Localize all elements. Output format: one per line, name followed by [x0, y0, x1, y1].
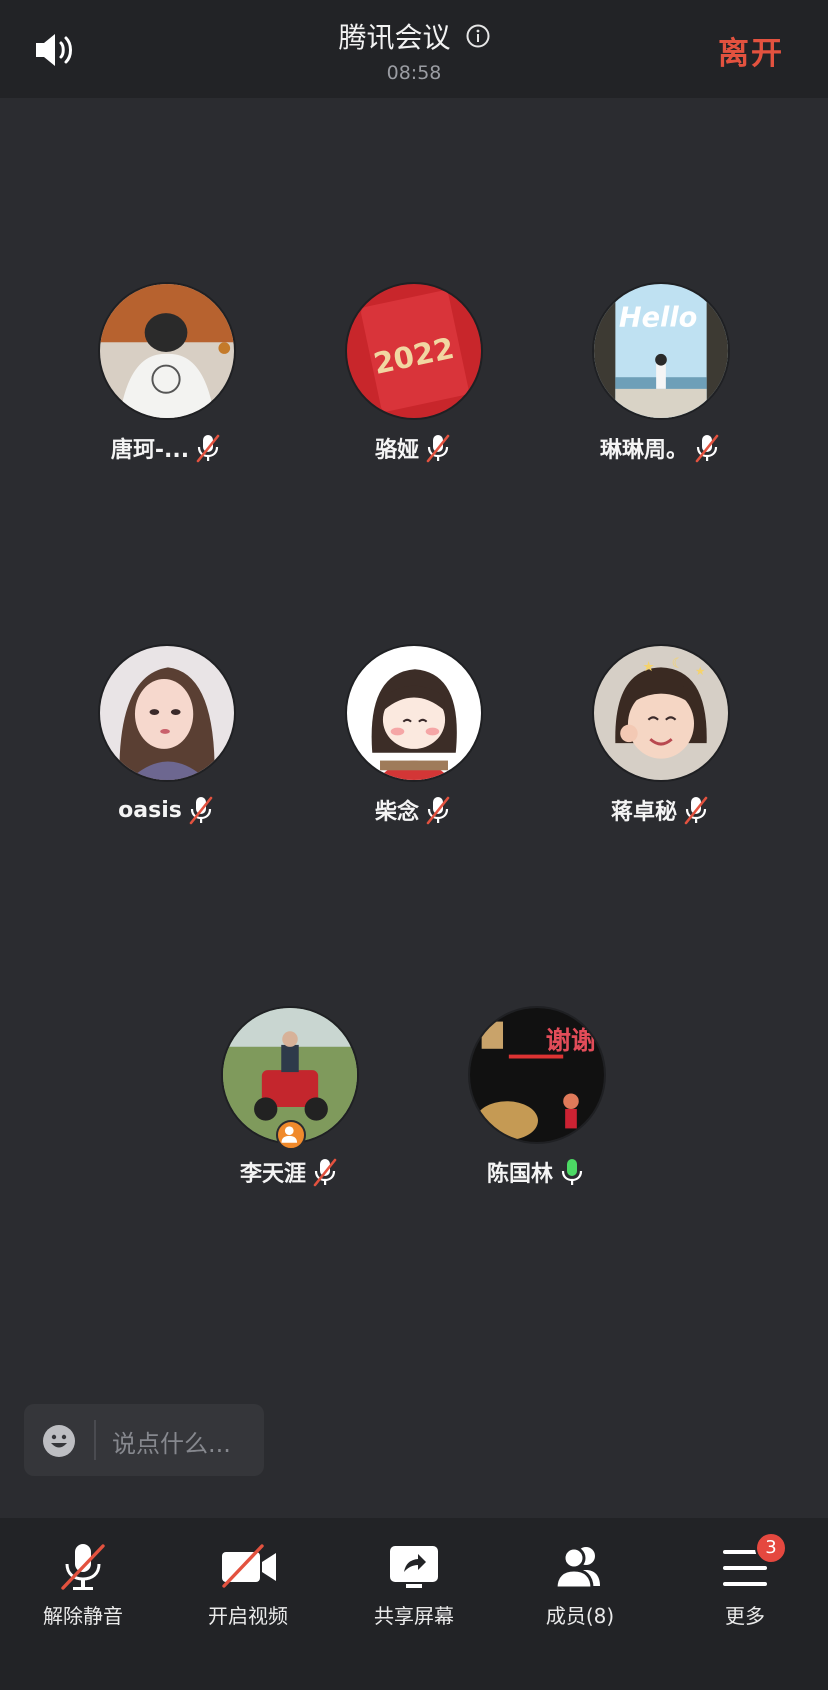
mic-muted-icon	[196, 434, 220, 463]
mic-muted-icon	[684, 796, 708, 825]
tool-label: 成员(8)	[545, 1604, 615, 1628]
meeting-duration: 08:58	[386, 62, 442, 84]
participant-name: 陈国林	[486, 1162, 553, 1187]
avatar	[98, 644, 236, 782]
members-icon	[554, 1546, 600, 1590]
host-badge-icon	[276, 1120, 306, 1150]
svg-text:★: ★	[695, 664, 705, 678]
divider	[94, 1420, 96, 1460]
participant-name: 柴念	[374, 800, 419, 825]
participant-name: 蒋卓秘	[610, 800, 677, 825]
tool-label: 更多	[725, 1604, 765, 1628]
chat-input[interactable]: 说点什么...	[24, 1404, 264, 1476]
avatar: Hello	[592, 282, 730, 420]
participant-tile[interactable]: 唐珂-...	[42, 282, 292, 464]
avatar-text: Hello	[619, 303, 697, 334]
bottom-toolbar: 解除静音 开启视频 共享屏幕 成员(8) 3 更多	[0, 1518, 828, 1690]
avatar	[98, 282, 236, 420]
participant-tile[interactable]: oasis	[42, 644, 292, 826]
share-screen-icon	[390, 1546, 438, 1588]
avatar: 谢谢	[468, 1006, 606, 1144]
participant-name: 李天涯	[239, 1162, 306, 1187]
participant-tile[interactable]: 2022 骆娅	[289, 282, 539, 464]
info-icon[interactable]	[466, 24, 490, 48]
avatar	[345, 644, 483, 782]
start-video-button[interactable]: 开启视频	[165, 1540, 331, 1629]
mic-muted-icon	[313, 1158, 337, 1187]
participant-name: oasis	[118, 797, 182, 823]
mic-muted-icon	[695, 434, 719, 463]
tool-label: 解除静音	[43, 1604, 123, 1628]
notification-badge: 3	[755, 1532, 787, 1564]
mic-muted-icon	[426, 796, 450, 825]
emoji-icon[interactable]	[42, 1424, 76, 1458]
avatar: 2022	[345, 282, 483, 420]
svg-text:★: ★	[643, 659, 655, 675]
share-screen-button[interactable]: 共享屏幕	[331, 1540, 497, 1629]
avatar: ★ ☾ ★	[592, 644, 730, 782]
participant-tile[interactable]: Hello 琳琳周。	[536, 282, 786, 464]
participant-tile[interactable]: 柴念	[289, 644, 539, 826]
avatar-text: 谢谢	[546, 1026, 596, 1055]
top-bar: 腾讯会议 08:58 离开	[0, 0, 828, 98]
participant-tile[interactable]: 李天涯	[165, 1006, 415, 1188]
participant-tile[interactable]: 谢谢 陈国林	[412, 1006, 662, 1188]
meeting-title: 腾讯会议	[338, 21, 451, 54]
participant-name: 琳琳周。	[599, 438, 688, 463]
tool-label: 开启视频	[208, 1604, 288, 1628]
chat-placeholder: 说点什么...	[112, 1430, 231, 1458]
mic-on-icon	[561, 1159, 583, 1185]
mic-muted-icon	[61, 1544, 105, 1590]
svg-text:☾: ☾	[672, 655, 684, 671]
tool-label: 共享屏幕	[374, 1604, 454, 1628]
video-off-icon	[222, 1544, 276, 1588]
unmute-button[interactable]: 解除静音	[0, 1540, 166, 1629]
leave-button[interactable]: 离开	[718, 28, 784, 73]
more-button[interactable]: 3 更多	[662, 1532, 828, 1629]
participant-tile[interactable]: ★ ☾ ★ 蒋卓秘	[536, 644, 786, 826]
participant-name: 骆娅	[374, 438, 419, 463]
members-button[interactable]: 成员(8)	[497, 1540, 663, 1629]
participant-name: 唐珂-...	[110, 438, 190, 463]
mic-muted-icon	[189, 796, 213, 825]
mic-muted-icon	[426, 434, 450, 463]
